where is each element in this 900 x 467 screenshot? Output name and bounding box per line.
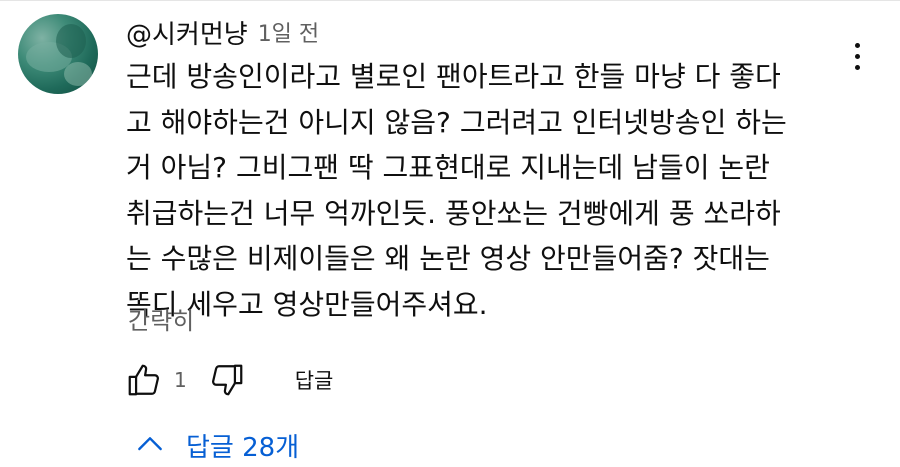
comment-header: @시커먼냥 1일 전	[126, 14, 319, 50]
comment-line: 근데 방송인이라고 별로인 팬아트라고 한들 마냥 다 좋다	[126, 60, 781, 93]
comment-line: 취급하는건 너무 억까인듯. 풍안쏘는 건빵에게 풍 쏘라하	[126, 196, 781, 230]
comment-timestamp[interactable]: 1일 전	[258, 16, 319, 48]
menu-dot	[854, 42, 860, 48]
replies-toggle[interactable]: 답글 28개	[134, 425, 299, 465]
thumbs-down-icon	[211, 364, 243, 396]
replies-count-label: 답글 28개	[186, 432, 300, 463]
avatar[interactable]	[18, 14, 98, 94]
more-vert-icon[interactable]	[842, 36, 872, 76]
dislike-button[interactable]	[207, 360, 247, 400]
chevron-up-icon	[138, 437, 162, 451]
avatar-pattern	[64, 62, 92, 86]
comment-actions: 1 답글	[124, 360, 333, 400]
comment-line: 거 아님? 그비그팬 딱 그표현대로 지내는데 남들이 논란	[126, 151, 770, 184]
avatar-pattern	[56, 24, 86, 58]
reply-button[interactable]: 답글	[295, 365, 334, 395]
menu-dot	[854, 64, 860, 70]
menu-dot	[854, 53, 860, 59]
thumbs-up-icon	[128, 364, 159, 396]
like-button[interactable]	[124, 360, 164, 400]
collapse-link[interactable]: 간략히	[128, 301, 194, 336]
like-count: 1	[174, 368, 187, 392]
comment-line: 똑디 세우고 영상만들어주셔요.	[126, 287, 488, 321]
top-divider	[0, 0, 900, 1]
comment-line: 고 해야하는건 아니지 않음? 그러려고 인터넷방송인 하는	[126, 105, 787, 139]
comment-body: 근데 방송인이라고 별로인 팬아트라고 한들 마냥 다 좋다 고 해야하는건 아…	[126, 54, 826, 327]
comment-line: 는 수많은 비제이들은 왜 논란 영상 안만들어줌? 잣대는	[126, 242, 770, 275]
author-name[interactable]: @시커먼냥	[126, 14, 248, 51]
